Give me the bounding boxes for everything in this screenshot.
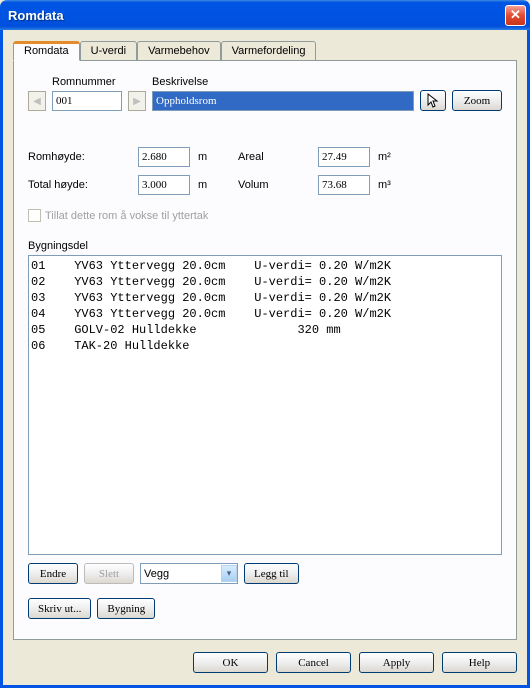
titlebar: Romdata ✕ [0, 0, 530, 30]
skrivut-button[interactable]: Skriv ut... [28, 598, 91, 619]
prev-button[interactable]: ◀ [28, 91, 46, 111]
apply-button[interactable]: Apply [359, 652, 434, 673]
totalhoyde-unit: m [198, 179, 238, 191]
spacer3 [420, 75, 446, 87]
prev-button-wrap: ◀ [28, 76, 46, 111]
spacer [28, 76, 46, 88]
chevron-down-icon: ▾ [221, 565, 237, 582]
tab-romdata[interactable]: Romdata [13, 41, 80, 61]
totalhoyde-input[interactable] [138, 175, 190, 195]
checkbox-row: Tillat dette rom å vokse til yttertak [28, 209, 502, 222]
pick-button[interactable] [420, 90, 446, 111]
zoom-wrap: Zoom [452, 75, 502, 111]
window-title: Romdata [8, 8, 505, 23]
cancel-button[interactable]: Cancel [276, 652, 351, 673]
volum-unit: m³ [378, 179, 408, 191]
list-item[interactable]: 05 GOLV-02 Hulldekke 320 mm [31, 323, 341, 337]
volum-input[interactable] [318, 175, 370, 195]
list-item[interactable]: 02 YV63 Yttervegg 20.0cm U-verdi= 0.20 W… [31, 275, 391, 289]
yttertak-label: Tillat dette rom å vokse til yttertak [45, 210, 208, 222]
list-item[interactable]: 04 YV63 Yttervegg 20.0cm U-verdi= 0.20 W… [31, 307, 391, 321]
help-button[interactable]: Help [442, 652, 517, 673]
leggtil-button[interactable]: Legg til [244, 563, 299, 584]
areal-unit: m² [378, 151, 408, 163]
list-label: Bygningsdel [28, 240, 502, 252]
yttertak-checkbox[interactable] [28, 209, 41, 222]
ok-button[interactable]: OK [193, 652, 268, 673]
endre-button[interactable]: Endre [28, 563, 78, 584]
romhoyde-label: Romhøyde: [28, 151, 138, 163]
tab-panel: ◀ Romnummer ▶ Beskrivelse [13, 60, 517, 640]
romnummer-input[interactable] [52, 91, 122, 111]
romhoyde-input[interactable] [138, 147, 190, 167]
totalhoyde-label: Total høyde: [28, 179, 138, 191]
tab-varmebehov[interactable]: Varmebehov [137, 41, 221, 61]
spacer4 [452, 75, 502, 87]
areal-label: Areal [238, 151, 318, 163]
pick-wrap [420, 75, 446, 111]
bygningsdel-listbox[interactable]: 01 YV63 Yttervegg 20.0cm U-verdi= 0.20 W… [28, 255, 502, 555]
list-item[interactable]: 03 YV63 Yttervegg 20.0cm U-verdi= 0.20 W… [31, 291, 391, 305]
type-dropdown[interactable]: Vegg ▾ [140, 563, 238, 584]
beskrivelse-input[interactable] [152, 91, 414, 111]
list-item[interactable]: 06 TAK-20 Hulldekke [31, 339, 189, 353]
beskrivelse-label: Beskrivelse [152, 76, 414, 88]
bygning-button[interactable]: Bygning [97, 598, 155, 619]
slett-button[interactable]: Slett [84, 563, 134, 584]
list-item[interactable]: 01 YV63 Yttervegg 20.0cm U-verdi= 0.20 W… [31, 259, 391, 273]
tab-varmefordeling[interactable]: Varmefordeling [221, 41, 317, 61]
spacer2 [128, 76, 146, 88]
dropdown-value: Vegg [144, 568, 169, 580]
next-button[interactable]: ▶ [128, 91, 146, 111]
romhoyde-unit: m [198, 151, 238, 163]
close-button[interactable]: ✕ [505, 5, 526, 26]
cursor-icon [425, 93, 441, 109]
window-body: Romdata U-verdi Varmebehov Varmefordelin… [0, 30, 530, 688]
tab-bar: Romdata U-verdi Varmebehov Varmefordelin… [13, 40, 517, 60]
next-button-wrap: ▶ [128, 76, 146, 111]
zoom-button[interactable]: Zoom [452, 90, 502, 111]
footer-buttons: OK Cancel Apply Help [13, 652, 517, 673]
romnummer-label: Romnummer [52, 76, 122, 88]
tab-uverdi[interactable]: U-verdi [80, 41, 137, 61]
volum-label: Volum [238, 179, 318, 191]
areal-input[interactable] [318, 147, 370, 167]
